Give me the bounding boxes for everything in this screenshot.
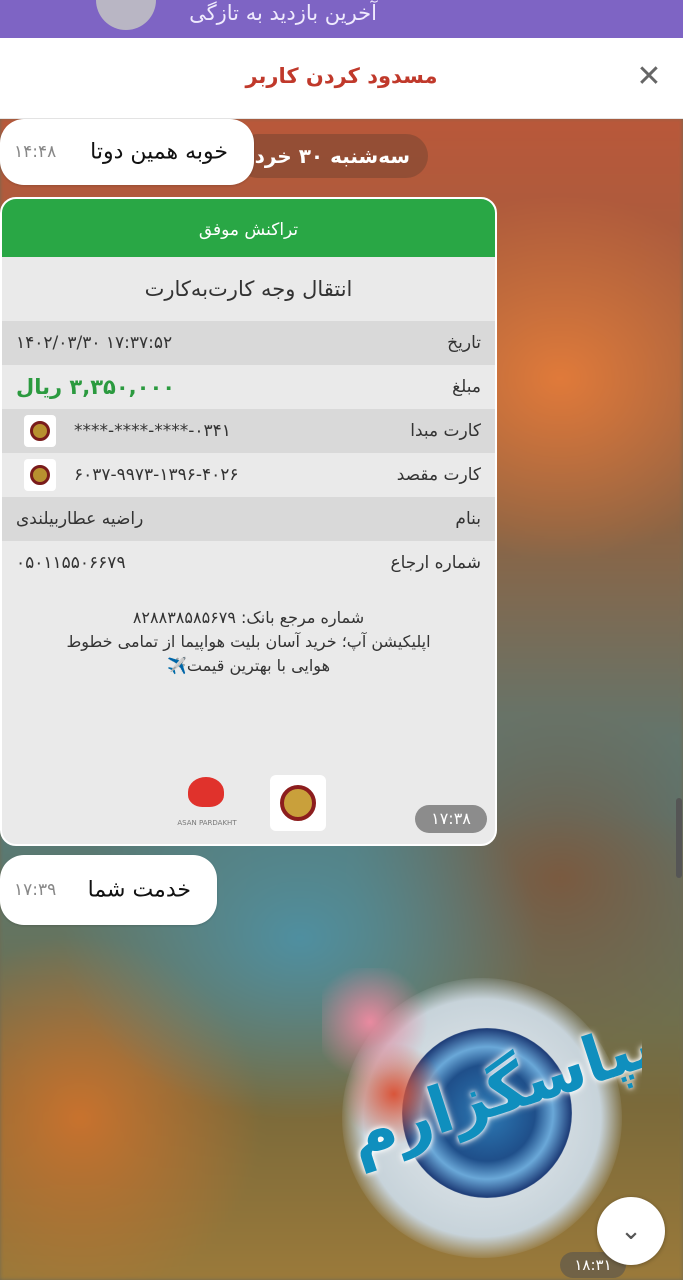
receipt-row-dest-card: کارت مقصد ۶۰۳۷-۹۹۷۳-۱۳۹۶-۴۰۲۶ [2,453,495,497]
message-time: ۱۴:۴۸ [14,142,57,162]
bank-logo-icon [24,459,56,491]
row-value: راضیه عطاربیلندی [16,509,144,529]
chevron-down-icon: ⌄ [620,1216,642,1246]
sheet-title[interactable]: مسدود کردن کاربر [0,64,683,88]
bank-logo-icon [270,775,326,831]
receipt-row-date: تاریخ ۱۴۰۲/۰۳/۳۰ ۱۷:۳۷:۵۲ [2,321,495,365]
message-text: خوبه همین دوتا [90,139,228,165]
receipt-status: تراکنش موفق [2,199,495,257]
row-label: مبلغ [452,377,481,397]
scroll-down-button[interactable]: ⌄ [597,1197,665,1265]
message-bubble[interactable]: خوبه همین دوتا ۱۴:۴۸ [0,119,254,185]
row-value: ۱۴۰۲/۰۳/۳۰ ۱۷:۳۷:۵۲ [16,333,173,353]
asan-pardakht-logo: ASAN PARDAKHT [172,775,242,835]
message-text: خدمت شما [87,877,191,903]
receipt-row-name: بنام راضیه عطاربیلندی [2,497,495,541]
message-time: ۱۷:۳۹ [14,880,57,900]
block-user-header: مسدود کردن کاربر [0,38,683,119]
avatar[interactable] [96,0,156,30]
ad-line: اپلیکیشن آپ؛ خرید آسان بلیت هواپیما از ت… [66,632,431,651]
scrollbar[interactable] [676,798,682,878]
row-value: ۶۰۳۷-۹۹۷۳-۱۳۹۶-۴۰۲۶ [74,465,239,485]
row-value: ۳,۳۵۰,۰۰۰ ریال [16,375,176,399]
last-seen-status: آخرین بازدید به تازگی [189,1,377,25]
row-value: ****-****-****-۰۳۴۱ [74,421,231,441]
logo-caption: ASAN PARDAKHT [177,819,237,827]
transaction-receipt-image[interactable]: تراکنش موفق انتقال وجه کارت‌به‌کارت تاری… [0,197,497,846]
row-label: کارت مقصد [396,465,481,485]
row-value: ۰۵۰۱۱۵۵۰۶۶۷۹ [16,553,126,573]
chat-topbar: آخرین بازدید به تازگی [0,0,683,38]
receipt-note: شماره مرجع بانک: ۸۲۸۸۳۸۵۸۵۶۷۹ اپلیکیشن آ… [22,606,475,678]
receipt-row-amount: مبلغ ۳,۳۵۰,۰۰۰ ریال [2,365,495,409]
message-time: ۱۷:۳۸ [415,805,487,833]
row-label: بنام [455,509,481,529]
thank-you-sticker[interactable]: سپاسگزارم [322,958,642,1258]
receipt-row-source-card: کارت مبدا ****-****-****-۰۳۴۱ [2,409,495,453]
receipt-type: انتقال وجه کارت‌به‌کارت [144,277,353,301]
receipt-row-reference: شماره ارجاع ۰۵۰۱۱۵۵۰۶۶۷۹ [2,541,495,585]
bank-reference-line: شماره مرجع بانک: ۸۲۸۸۳۸۵۸۵۶۷۹ [132,608,365,627]
row-label: تاریخ [447,333,481,353]
ad-line: هوایی با بهترین قیمت✈️ [167,656,330,675]
date-separator: سه‌شنبه ۳۰ خرداد [236,134,428,178]
message-bubble[interactable]: خدمت شما ۱۷:۳۹ [0,855,217,925]
row-label: شماره ارجاع [390,553,481,573]
row-label: کارت مبدا [410,421,481,441]
close-icon[interactable]: ✕ [634,62,664,92]
bank-logo-icon [24,415,56,447]
